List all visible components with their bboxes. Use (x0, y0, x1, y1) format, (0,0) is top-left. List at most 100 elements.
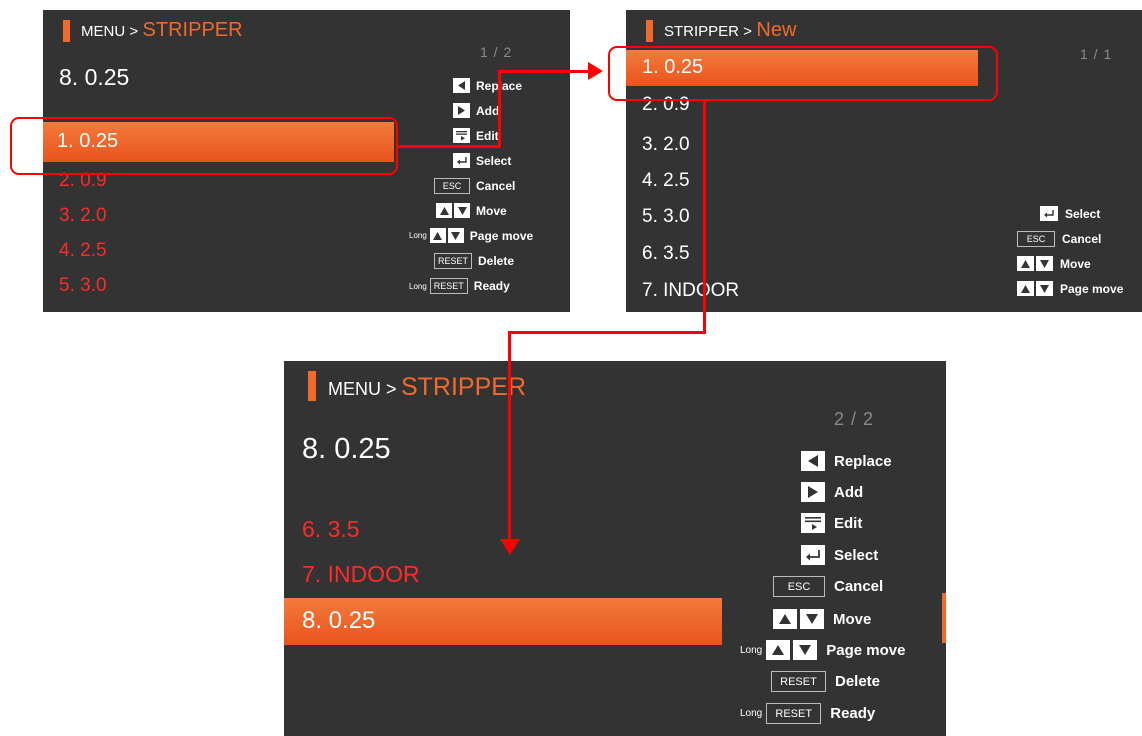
arrow-left-key-icon (801, 451, 825, 471)
list-item[interactable]: 7. INDOOR (302, 561, 420, 588)
selected-list-item[interactable]: 8. 0.25 (284, 598, 722, 645)
breadcrumb-lead: STRIPPER > (664, 23, 752, 40)
help-edit: Edit (453, 128, 499, 143)
page-indicator: 1 / 1 (1080, 46, 1113, 62)
help-edit: Edit (801, 513, 862, 533)
breadcrumb-marker (646, 20, 653, 42)
arrow-right-key-icon (801, 482, 825, 502)
help-label: Ready (830, 705, 876, 722)
arrow-down-key-icon (454, 203, 470, 218)
help-cancel: ESC Cancel (1017, 231, 1101, 247)
help-move: Move (436, 203, 507, 218)
callout-highlight-item1-panel1 (10, 117, 398, 175)
esc-key-icon: ESC (1017, 231, 1055, 247)
arrowhead-icon (500, 539, 520, 555)
breadcrumb: MENU > STRIPPER (328, 373, 526, 402)
help-label: Ready (473, 279, 510, 293)
breadcrumb-current: New (756, 19, 797, 41)
current-setting: 8. 0.25 (59, 64, 130, 90)
list-item[interactable]: 6. 3.5 (642, 243, 690, 265)
connector-line (508, 331, 511, 541)
help-select: Select (801, 545, 878, 565)
arrow-down-key-icon (1036, 281, 1053, 296)
esc-key-icon: ESC (773, 576, 825, 597)
breadcrumb-lead: MENU > (328, 379, 397, 399)
list-item[interactable]: 5. 3.0 (59, 275, 107, 297)
breadcrumb: MENU > STRIPPER (81, 19, 243, 42)
long-press-label: Long (409, 281, 427, 291)
help-add: Add (801, 482, 863, 502)
list-item[interactable]: 3. 2.0 (59, 205, 107, 227)
help-label: Cancel (834, 578, 884, 595)
list-item[interactable]: 7. INDOOR (642, 280, 739, 302)
long-press-label: Long (409, 231, 427, 240)
scrollbar[interactable] (942, 593, 946, 643)
callout-highlight-item1-panel2 (608, 46, 998, 101)
edit-key-icon (453, 128, 470, 143)
arrow-down-key-icon (447, 228, 464, 243)
reset-key-icon: RESET (766, 703, 822, 724)
arrow-up-key-icon (773, 609, 797, 629)
breadcrumb-current: STRIPPER (142, 19, 243, 41)
page-indicator: 1 / 2 (480, 44, 513, 60)
help-label: Edit (476, 128, 499, 143)
help-replace: Replace (801, 451, 892, 471)
list-item[interactable]: 5. 3.0 (642, 206, 690, 228)
help-cancel: ESC Cancel (773, 576, 883, 597)
help-move: Move (1017, 256, 1091, 271)
help-label: Cancel (1062, 232, 1102, 246)
selected-list-item-label: 8. 0.25 (302, 607, 376, 634)
help-label: Select (1065, 206, 1101, 221)
page-indicator: 2 / 2 (834, 409, 875, 429)
arrow-up-key-icon (429, 228, 446, 243)
reset-key-icon: RESET (771, 671, 826, 692)
help-label: Add (476, 103, 500, 118)
help-label: Page move (826, 641, 906, 659)
arrow-left-key-icon (453, 78, 470, 93)
arrow-down-key-icon (793, 640, 818, 660)
arrowhead-icon (588, 62, 603, 80)
connector-line (703, 101, 706, 333)
list-item[interactable]: 4. 2.5 (59, 240, 107, 262)
help-cancel: ESC Cancel (434, 178, 515, 194)
help-label: Move (1060, 256, 1091, 271)
help-page-move: Long Page move (740, 640, 905, 660)
breadcrumb: STRIPPER > New (664, 19, 796, 42)
long-press-label: Long (740, 644, 763, 656)
list-item[interactable]: 4. 2.5 (642, 170, 690, 192)
help-delete: RESET Delete (434, 253, 514, 269)
arrow-up-key-icon (436, 203, 452, 218)
breadcrumb-marker (63, 20, 70, 42)
reset-key-icon: RESET (434, 253, 472, 269)
help-label: Edit (834, 514, 863, 532)
help-replace: Replace (453, 78, 522, 93)
help-page-move: Long Page move (409, 228, 533, 243)
help-ready: Long RESET Ready (740, 703, 875, 724)
connector-line (498, 70, 501, 148)
arrow-up-key-icon (1017, 281, 1034, 296)
help-label: Add (834, 483, 864, 501)
reset-key-icon: RESET (429, 278, 468, 294)
help-label: Page move (1060, 281, 1124, 296)
enter-key-icon (453, 153, 470, 168)
list-item[interactable]: 3. 2.0 (642, 134, 690, 156)
connector-line (398, 145, 500, 148)
help-label: Select (834, 546, 879, 564)
current-setting: 8. 0.25 (302, 433, 391, 465)
long-press-label: Long (740, 708, 763, 719)
help-label: Delete (478, 254, 515, 268)
connector-line (498, 70, 590, 73)
arrow-down-key-icon (1036, 256, 1053, 271)
help-delete: RESET Delete (771, 671, 880, 692)
help-add: Add (453, 103, 499, 118)
breadcrumb-marker (308, 371, 316, 401)
arrow-up-key-icon (766, 640, 791, 660)
help-label: Delete (835, 673, 881, 690)
help-label: Cancel (476, 179, 516, 193)
list-item[interactable]: 6. 3.5 (302, 516, 360, 543)
help-ready: Long RESET Ready (409, 278, 510, 294)
help-select: Select (453, 153, 511, 168)
edit-key-icon (801, 513, 825, 533)
connector-line (508, 331, 706, 334)
arrow-down-key-icon (800, 609, 824, 629)
